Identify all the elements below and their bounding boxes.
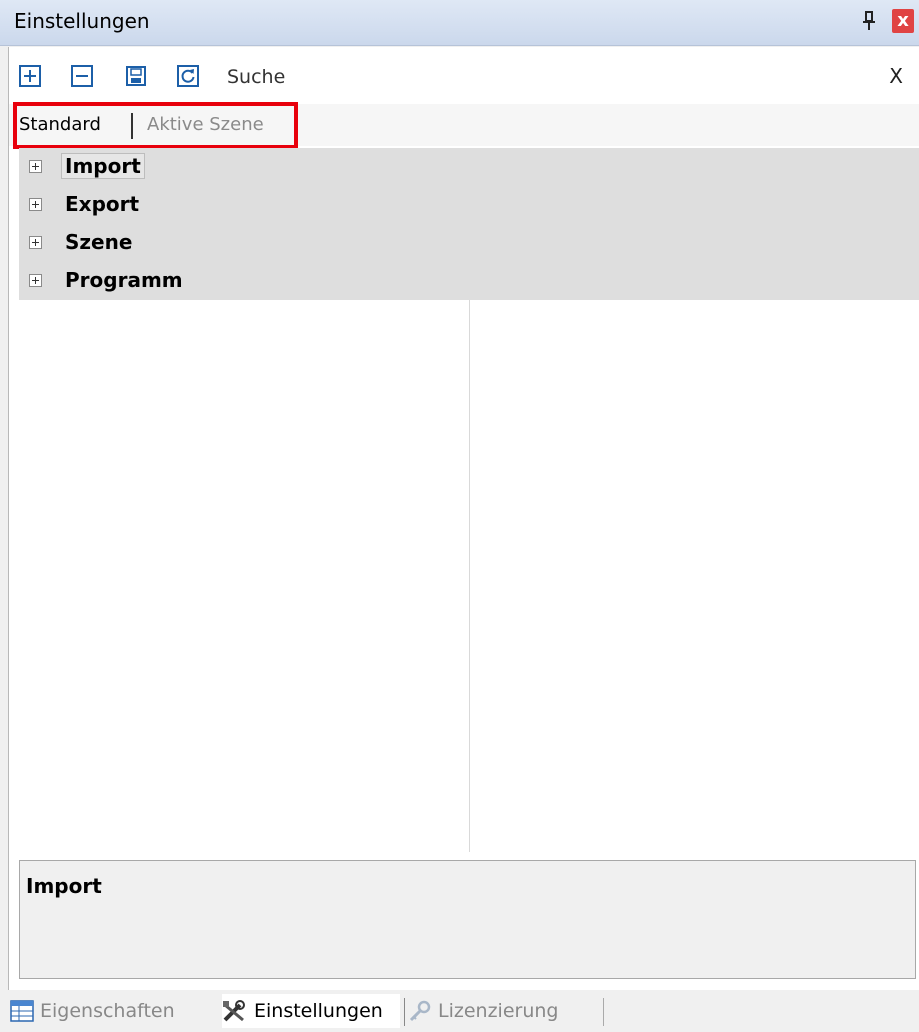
tools-icon (223, 1000, 245, 1022)
settings-tree: Import Export Szene Programm (19, 148, 919, 300)
save-icon[interactable] (125, 65, 147, 87)
toolbar: Suche X (9, 47, 919, 104)
tree-item-label: Import (61, 153, 145, 179)
tab-label: Lizenzierung (438, 1000, 559, 1022)
property-value-column (470, 300, 919, 852)
table-icon (10, 1000, 34, 1022)
title-bar: Einstellungen x (0, 0, 919, 46)
expand-all-icon[interactable] (19, 65, 41, 87)
clear-search-button[interactable]: X (889, 64, 903, 88)
pin-icon[interactable] (862, 10, 876, 32)
tab-separator (603, 998, 604, 1026)
expand-icon[interactable] (29, 236, 42, 249)
tree-item-programm[interactable]: Programm (19, 262, 919, 300)
tab-label: Einstellungen (254, 1000, 383, 1022)
tab-standard[interactable]: Standard (19, 114, 101, 135)
close-icon[interactable]: x (892, 9, 914, 33)
description-title: Import (26, 874, 102, 898)
tab-separator (131, 113, 133, 139)
tree-item-szene[interactable]: Szene (19, 224, 919, 262)
bottom-tab-bar: Eigenschaften Einstellungen Lizenzierung (0, 990, 919, 1032)
key-icon (409, 1000, 431, 1022)
expand-icon[interactable] (29, 274, 42, 287)
tab-active-scene[interactable]: Aktive Szene (147, 114, 264, 135)
tree-item-label: Programm (65, 268, 183, 292)
tab-einstellungen[interactable]: Einstellungen (222, 994, 400, 1028)
window-title: Einstellungen (14, 9, 150, 33)
property-name-column (19, 300, 469, 852)
tab-lizenzierung[interactable]: Lizenzierung (408, 994, 608, 1028)
settings-tabs: Standard Aktive Szene (9, 104, 919, 146)
collapse-all-icon[interactable] (71, 65, 93, 87)
tab-label: Eigenschaften (40, 1000, 175, 1022)
expand-icon[interactable] (29, 198, 42, 211)
refresh-icon[interactable] (177, 65, 199, 87)
tree-item-label: Export (65, 192, 140, 216)
tree-item-label: Szene (65, 230, 133, 254)
settings-panel: Suche X Standard Aktive Szene Import Exp… (8, 47, 919, 990)
expand-icon[interactable] (29, 160, 42, 173)
tab-eigenschaften[interactable]: Eigenschaften (10, 994, 215, 1028)
tree-item-import[interactable]: Import (19, 148, 919, 186)
tree-item-export[interactable]: Export (19, 186, 919, 224)
search-label[interactable]: Suche (227, 66, 285, 88)
description-pane: Import (19, 860, 916, 979)
tab-separator (404, 998, 405, 1026)
